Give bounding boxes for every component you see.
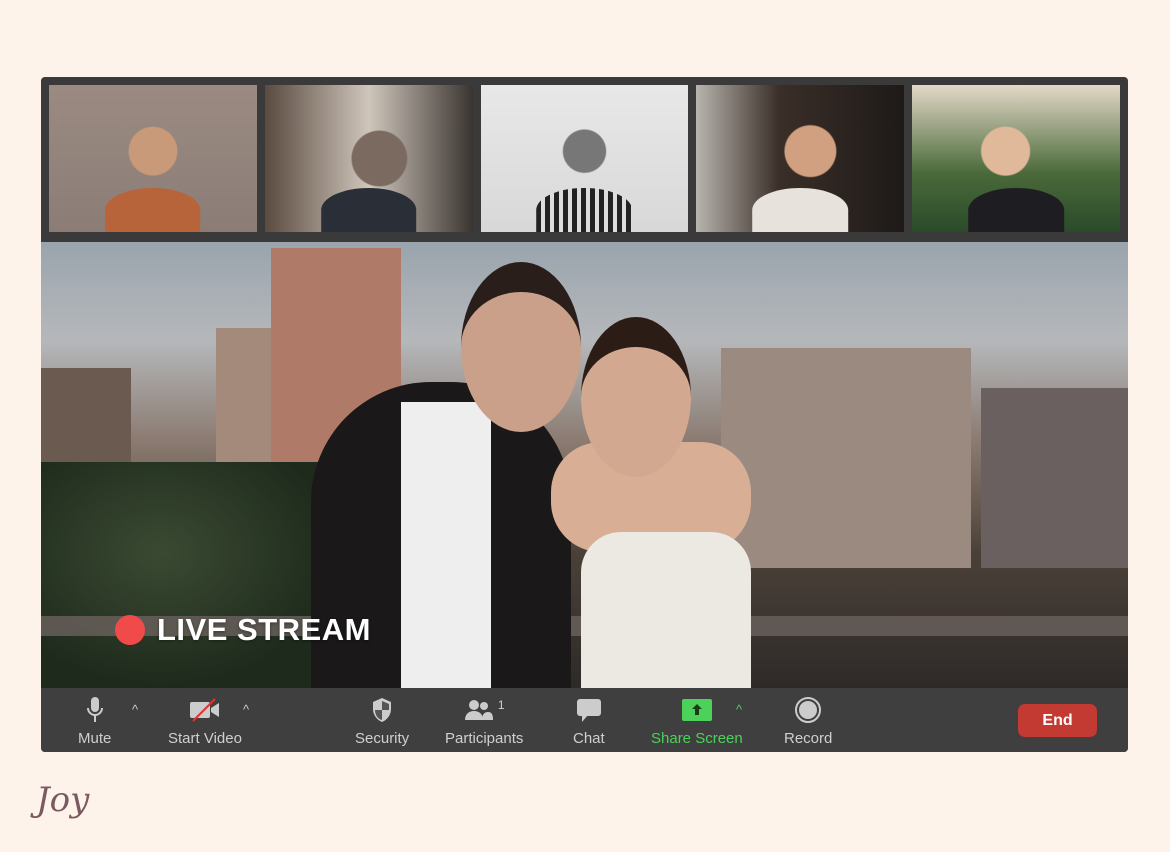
share-screen-button[interactable]: Share Screen [651,696,743,747]
participant-video-5[interactable] [912,85,1120,232]
person-shape [536,187,633,232]
person-shape [105,187,201,232]
start-video-button[interactable]: Start Video [168,696,242,747]
participants-label: Participants [445,730,524,747]
video-options-chevron-up-icon[interactable]: ^ [243,702,249,717]
meeting-toolbar: Mute ^ Start Video ^ Security 1 Particip… [41,688,1128,752]
participants-icon: 1 [464,696,505,724]
microphone-icon [86,696,104,724]
live-stream-indicator: LIVE STREAM [115,612,371,648]
participants-count: 1 [497,698,505,712]
share-screen-arrow-up-icon [681,696,712,724]
record-icon [795,696,822,724]
bride-head [581,317,691,477]
groom-head [461,262,581,432]
participant-video-3[interactable] [480,85,689,232]
participant-strip [49,85,1120,232]
participants-button[interactable]: 1 Participants [445,696,523,747]
meeting-window: LIVE STREAM Mute ^ Start Video ^ Securit… [41,77,1128,752]
security-button[interactable]: Security [355,696,409,747]
share-screen-label: Share Screen [651,730,743,747]
start-video-label: Start Video [168,730,242,747]
chat-label: Chat [573,730,605,747]
participant-video-2[interactable] [264,85,473,232]
record-button[interactable]: Record [784,696,832,747]
joy-logo: Joy [36,780,90,820]
person-shape [752,187,849,232]
main-video: LIVE STREAM [41,242,1128,688]
live-stream-label: LIVE STREAM [157,612,371,647]
share-options-chevron-up-icon[interactable]: ^ [736,702,742,717]
person-shape [320,187,417,232]
participant-video-1[interactable] [49,85,257,232]
mute-options-chevron-up-icon[interactable]: ^ [132,702,138,717]
bride-dress [581,532,751,688]
record-label: Record [784,730,833,747]
chat-bubble-icon [576,696,602,724]
mute-label: Mute [78,730,112,747]
security-label: Security [355,730,410,747]
video-off-icon [189,696,221,724]
groom-shirt [401,402,491,688]
mute-button[interactable]: Mute [78,696,111,747]
participant-video-4[interactable] [696,85,905,232]
chat-button[interactable]: Chat [573,696,605,747]
person-shape [968,187,1064,232]
building [981,388,1128,568]
end-meeting-button[interactable]: End [1018,704,1097,737]
shield-icon [371,696,393,724]
record-dot-icon [115,615,145,645]
